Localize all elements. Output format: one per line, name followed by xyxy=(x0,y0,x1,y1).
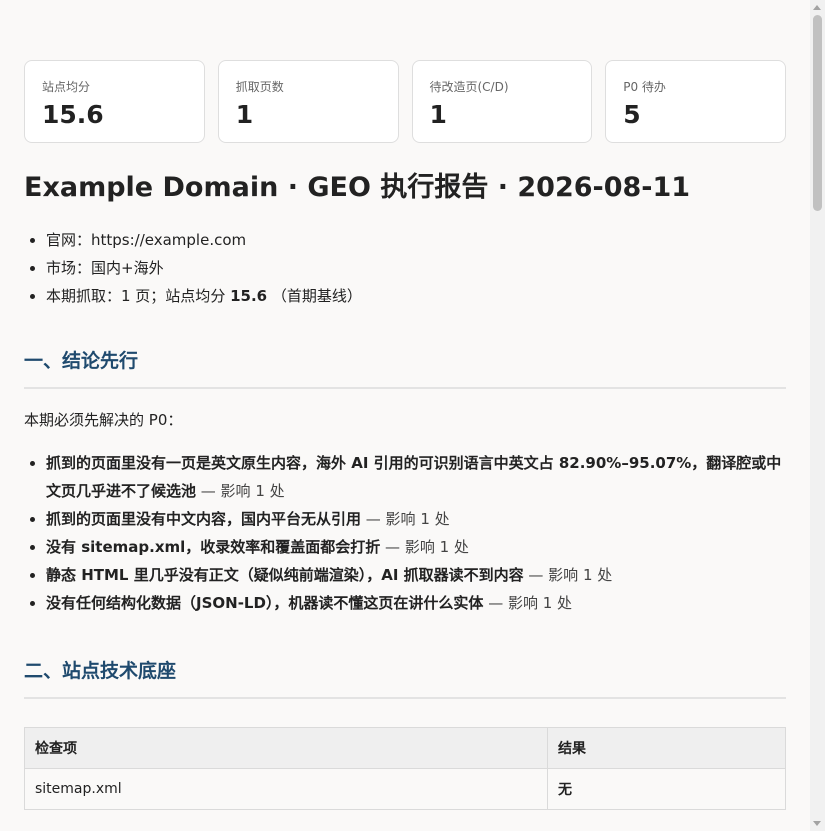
p0-item: 抓到的页面里没有中文内容，国内平台无从引用 — 影响 1 处 xyxy=(46,505,786,533)
p0-item-text: 没有 sitemap.xml，收录效率和覆盖面都会打折 xyxy=(46,538,381,556)
meta-crawl-score: 15.6 xyxy=(230,287,268,305)
p0-item-impact: — 影响 1 处 xyxy=(483,594,573,612)
table-cell-check-item: sitemap.xml xyxy=(24,768,548,810)
report-meta-list: 官网：https://example.com 市场：国内+海外 本期抓取：1 页… xyxy=(24,226,786,310)
p0-item-text: 抓到的页面里没有一页是英文原生内容，海外 AI 引用的可识别语言中英文占 82.… xyxy=(46,454,782,500)
table-row: sitemap.xml 无 xyxy=(24,768,787,810)
stat-label: P0 待办 xyxy=(623,80,666,94)
p0-item-text: 抓到的页面里没有中文内容，国内平台无从引用 xyxy=(46,510,362,528)
scroll-up-arrow-icon[interactable] xyxy=(813,5,821,10)
p0-item-impact: — 影响 1 处 xyxy=(523,566,613,584)
p0-item: 抓到的页面里没有一页是英文原生内容，海外 AI 引用的可识别语言中英文占 82.… xyxy=(46,449,786,505)
table-cell-result: 无 xyxy=(546,768,787,810)
p0-item-impact: — 影响 1 处 xyxy=(361,510,450,528)
table-header-check-item: 检查项 xyxy=(24,727,548,769)
stat-card-p0-todo: P0 待办 5 xyxy=(605,60,786,143)
stat-card-pages-to-fix: 待改造页(C/D) 1 xyxy=(411,60,593,143)
p0-item-impact: — 影响 1 处 xyxy=(196,482,285,500)
p0-list: 抓到的页面里没有一页是英文原生内容，海外 AI 引用的可识别语言中英文占 82.… xyxy=(24,449,786,617)
stat-label: 待改造页(C/D) xyxy=(429,80,509,94)
scroll-down-arrow-icon[interactable] xyxy=(813,821,821,826)
section-tech-heading: 二、站点技术底座 xyxy=(24,657,786,699)
meta-site-text: 官网：https://example.com xyxy=(46,231,247,249)
page-title: Example Domain · GEO 执行报告 · 2026-08-11 xyxy=(24,172,691,203)
meta-crawl-suffix: （首期基线） xyxy=(267,287,362,305)
vertical-scrollbar[interactable] xyxy=(810,0,825,831)
p0-item-impact: — 影响 1 处 xyxy=(380,538,469,556)
stat-value: 15.6 xyxy=(42,100,104,129)
stat-value: 1 xyxy=(235,100,254,129)
p0-item: 静态 HTML 里几乎没有正文（疑似纯前端渲染），AI 抓取器读不到内容 — 影… xyxy=(46,561,786,589)
stat-cards: 站点均分 15.6 抓取页数 1 待改造页(C/D) 1 P0 待办 5 xyxy=(24,60,786,143)
stat-card-avg-score: 站点均分 15.6 xyxy=(24,60,205,143)
stat-card-pages-crawled: 抓取页数 1 xyxy=(217,60,399,143)
meta-crawl-prefix: 本期抓取：1 页；站点均分 xyxy=(46,287,231,305)
report-content: 站点均分 15.6 抓取页数 1 待改造页(C/D) 1 P0 待办 5 Exa… xyxy=(24,60,787,810)
section-conclusion-heading: 一、结论先行 xyxy=(24,347,786,389)
meta-market: 市场：国内+海外 xyxy=(46,254,786,282)
section-conclusion-intro: 本期必须先解决的 P0： xyxy=(24,411,183,429)
meta-site: 官网：https://example.com xyxy=(46,226,786,254)
stat-value: 5 xyxy=(623,100,641,129)
stat-label: 抓取页数 xyxy=(235,80,284,94)
table-header-result: 结果 xyxy=(546,727,787,769)
stat-label: 站点均分 xyxy=(42,80,91,94)
scrollbar-thumb[interactable] xyxy=(813,15,822,211)
p0-item-text: 静态 HTML 里几乎没有正文（疑似纯前端渲染），AI 抓取器读不到内容 xyxy=(46,566,524,584)
meta-market-text: 市场：国内+海外 xyxy=(46,259,164,277)
tech-check-table: 检查项 结果 sitemap.xml 无 xyxy=(24,727,787,810)
p0-item: 没有任何结构化数据（JSON-LD），机器读不懂这页在讲什么实体 — 影响 1 … xyxy=(46,589,786,617)
p0-item: 没有 sitemap.xml，收录效率和覆盖面都会打折 — 影响 1 处 xyxy=(46,533,786,561)
report-page: 站点均分 15.6 抓取页数 1 待改造页(C/D) 1 P0 待办 5 Exa… xyxy=(0,0,825,831)
meta-crawl: 本期抓取：1 页；站点均分 15.6 （首期基线） xyxy=(46,282,786,310)
table-header-row: 检查项 结果 xyxy=(24,727,787,769)
stat-value: 1 xyxy=(429,100,447,129)
p0-item-text: 没有任何结构化数据（JSON-LD），机器读不懂这页在讲什么实体 xyxy=(46,594,484,612)
